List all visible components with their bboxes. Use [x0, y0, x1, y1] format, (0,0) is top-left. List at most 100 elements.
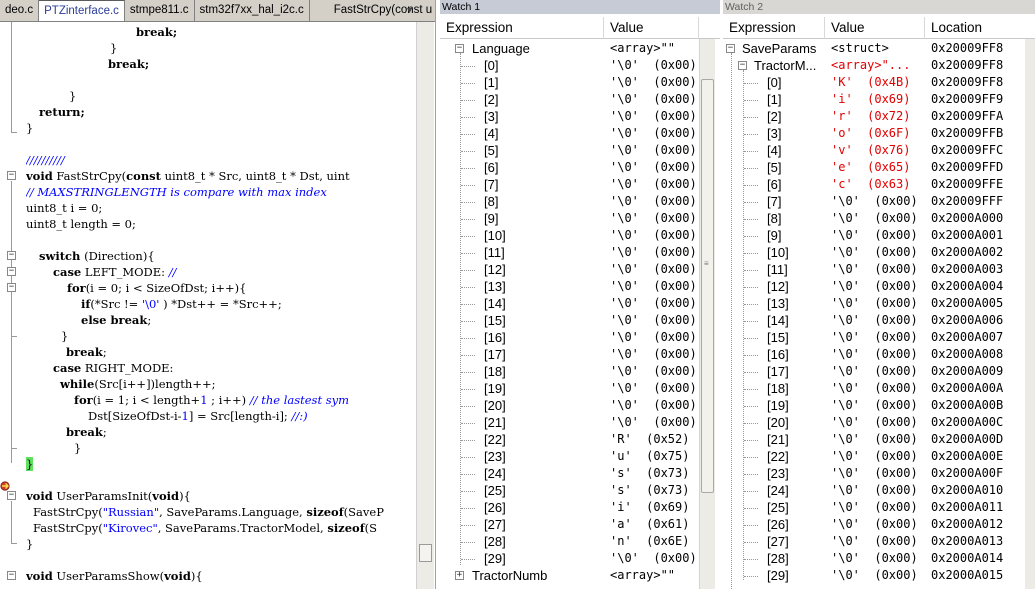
watch-row[interactable]: [29] '\0' (0x00) 0x2000A015	[723, 567, 1035, 584]
watch-row[interactable]: [2] 'r' (0x72) 0x20009FFA	[723, 108, 1035, 125]
tab-deo-c[interactable]: deo.c	[0, 0, 40, 21]
watch-row[interactable]: [14] '\0' (0x00) 0x2000A006	[723, 312, 1035, 329]
watch-row[interactable]: [25] '\0' (0x00) 0x2000A011	[723, 499, 1035, 516]
watch-row[interactable]: [16] '\0' (0x00) 0x2000A008	[723, 346, 1035, 363]
watch-row[interactable]: [13] '\0' (0x00) 0x2000A005	[723, 295, 1035, 312]
editor-scrollbar-thumb[interactable]	[419, 544, 432, 562]
watch-row[interactable]: [6] '\0' (0x00)	[440, 159, 720, 176]
watch-row[interactable]: [28] 'n' (0x6E)	[440, 533, 720, 550]
watch-row-saveparams[interactable]: − SaveParams <struct> 0x20009FF8	[723, 40, 1035, 57]
watch-row[interactable]: [8] '\0' (0x00) 0x2000A000	[723, 210, 1035, 227]
watch-row[interactable]: [26] 'i' (0x69)	[440, 499, 720, 516]
watch-row[interactable]: [1] 'i' (0x69) 0x20009FF9	[723, 91, 1035, 108]
watch-1-scrollbar-thumb[interactable]	[701, 79, 714, 493]
watch-location: 0x2000A00B	[931, 398, 1004, 412]
collapse-icon[interactable]: −	[7, 251, 16, 260]
watch-row[interactable]: [15] '\0' (0x00)	[440, 312, 720, 329]
watch-row[interactable]: [7] '\0' (0x00)	[440, 176, 720, 193]
watch-row[interactable]: [10] '\0' (0x00) 0x2000A002	[723, 244, 1035, 261]
watch-row[interactable]: [24] 's' (0x73)	[440, 465, 720, 482]
column-header-location[interactable]: Location	[925, 17, 1035, 39]
watch-row[interactable]: [19] '\0' (0x00)	[440, 380, 720, 397]
tab-stmpe811-c[interactable]: stmpe811.c	[125, 0, 195, 21]
watch-row[interactable]: [15] '\0' (0x00) 0x2000A007	[723, 329, 1035, 346]
watch-row[interactable]: [24] '\0' (0x00) 0x2000A010	[723, 482, 1035, 499]
watch-row-tractornumb[interactable]: + TractorNumb <array>""	[440, 567, 720, 584]
tab-ptzinterface-c[interactable]: PTZinterface.c	[39, 0, 125, 21]
watch-row[interactable]: [17] '\0' (0x00)	[440, 346, 720, 363]
watch-row[interactable]: [27] '\0' (0x00) 0x2000A013	[723, 533, 1035, 550]
watch-row[interactable]: [12] '\0' (0x00) 0x2000A004	[723, 278, 1035, 295]
watch-row[interactable]: [17] '\0' (0x00) 0x2000A009	[723, 363, 1035, 380]
watch-row[interactable]: [20] '\0' (0x00)	[440, 397, 720, 414]
watch-row[interactable]: [21] '\0' (0x00)	[440, 414, 720, 431]
watch-row[interactable]: [20] '\0' (0x00) 0x2000A00C	[723, 414, 1035, 431]
watch-row[interactable]: [11] '\0' (0x00)	[440, 244, 720, 261]
watch-row[interactable]: [0] '\0' (0x00)	[440, 57, 720, 74]
watch-row[interactable]: [12] '\0' (0x00)	[440, 261, 720, 278]
watch-row[interactable]: [2] '\0' (0x00)	[440, 91, 720, 108]
collapse-icon[interactable]: −	[7, 491, 16, 500]
watch-location: 0x20009FF9	[931, 92, 1004, 106]
editor-scrollbar[interactable]	[416, 22, 434, 589]
watch-2-scrollbar[interactable]	[1025, 39, 1035, 589]
watch-row[interactable]: [13] '\0' (0x00)	[440, 278, 720, 295]
watch-row[interactable]: [11] '\0' (0x00) 0x2000A003	[723, 261, 1035, 278]
watch-row[interactable]: [5] 'e' (0x65) 0x20009FFD	[723, 159, 1035, 176]
code-area[interactable]: break; } break; } return; } ////////// v…	[26, 22, 416, 589]
watch-row[interactable]: [9] '\0' (0x00) 0x2000A001	[723, 227, 1035, 244]
expand-icon[interactable]: +	[455, 571, 464, 580]
watch-row[interactable]: [28] '\0' (0x00) 0x2000A014	[723, 550, 1035, 567]
column-header-value[interactable]: Value	[604, 17, 699, 39]
watch-value: 'c' (0x63)	[831, 177, 911, 191]
watch-row[interactable]: [4] '\0' (0x00)	[440, 125, 720, 142]
watch-row[interactable]: [0] 'K' (0x4B) 0x20009FF8	[723, 74, 1035, 91]
watch-row[interactable]: [10] '\0' (0x00)	[440, 227, 720, 244]
watch-row[interactable]: [6] 'c' (0x63) 0x20009FFE	[723, 176, 1035, 193]
breakpoint-arrow-icon[interactable]	[0, 480, 10, 491]
watch-row[interactable]: [29] '\0' (0x00)	[440, 550, 720, 567]
watch-expression: SaveParams	[742, 41, 817, 56]
column-header-expression[interactable]: Expression	[440, 17, 604, 39]
watch-row[interactable]: [23] '\0' (0x00) 0x2000A00F	[723, 465, 1035, 482]
watch-2-window[interactable]: Watch 2 Expression Value Location − SaveP…	[723, 0, 1035, 589]
watch-row[interactable]: [3] '\0' (0x00)	[440, 108, 720, 125]
watch-row[interactable]: [25] 's' (0x73)	[440, 482, 720, 499]
collapse-icon[interactable]: −	[738, 61, 747, 70]
watch-row[interactable]: [16] '\0' (0x00)	[440, 329, 720, 346]
watch-row[interactable]: [22] '\0' (0x00) 0x2000A00E	[723, 448, 1035, 465]
column-header-expression[interactable]: Expression	[723, 17, 825, 39]
collapse-icon[interactable]: −	[455, 44, 464, 53]
column-header-value[interactable]: Value	[825, 17, 925, 39]
watch-row[interactable]: [22] 'R' (0x52)	[440, 431, 720, 448]
watch-row[interactable]: [23] 'u' (0x75)	[440, 448, 720, 465]
watch-row[interactable]: [26] '\0' (0x00) 0x2000A012	[723, 516, 1035, 533]
watch-row[interactable]: [19] '\0' (0x00) 0x2000A00B	[723, 397, 1035, 414]
watch-row[interactable]: [27] 'a' (0x61)	[440, 516, 720, 533]
watch-row[interactable]: [9] '\0' (0x00)	[440, 210, 720, 227]
watch-index: [26]	[484, 500, 506, 515]
watch-row[interactable]: [21] '\0' (0x00) 0x2000A00D	[723, 431, 1035, 448]
watch-row[interactable]: [14] '\0' (0x00)	[440, 295, 720, 312]
watch-value: '\0' (0x00)	[831, 364, 918, 378]
collapse-icon[interactable]: −	[726, 44, 735, 53]
watch-row[interactable]: [3] 'o' (0x6F) 0x20009FFB	[723, 125, 1035, 142]
function-dropdown[interactable]: FastStrCpy(const u ▼	[310, 0, 435, 21]
watch-row[interactable]: [8] '\0' (0x00)	[440, 193, 720, 210]
watch-row[interactable]: [1] '\0' (0x00)	[440, 74, 720, 91]
watch-row[interactable]: [4] 'v' (0x76) 0x20009FFC	[723, 142, 1035, 159]
tab-stm32f7xx-hal-i2c-c[interactable]: stm32f7xx_hal_i2c.c	[195, 0, 310, 21]
watch-1-scrollbar[interactable]: ≡	[699, 39, 715, 589]
collapse-icon[interactable]: −	[7, 571, 16, 580]
code-editor[interactable]: deo.c PTZinterface.c stmpe811.c stm32f7x…	[0, 0, 436, 589]
watch-row[interactable]: [7] '\0' (0x00) 0x20009FFF	[723, 193, 1035, 210]
watch-row-language[interactable]: − Language <array>""	[440, 40, 720, 57]
collapse-icon[interactable]: −	[7, 267, 16, 276]
collapse-icon[interactable]: −	[7, 171, 16, 180]
watch-1-window[interactable]: Watch 1 Expression Value − Language <array…	[440, 0, 720, 589]
collapse-icon[interactable]: −	[7, 283, 16, 292]
watch-row-tractormodel[interactable]: − TractorM... <array>"... 0x20009FF8	[723, 57, 1035, 74]
watch-row[interactable]: [5] '\0' (0x00)	[440, 142, 720, 159]
watch-row[interactable]: [18] '\0' (0x00)	[440, 363, 720, 380]
watch-row[interactable]: [18] '\0' (0x00) 0x2000A00A	[723, 380, 1035, 397]
